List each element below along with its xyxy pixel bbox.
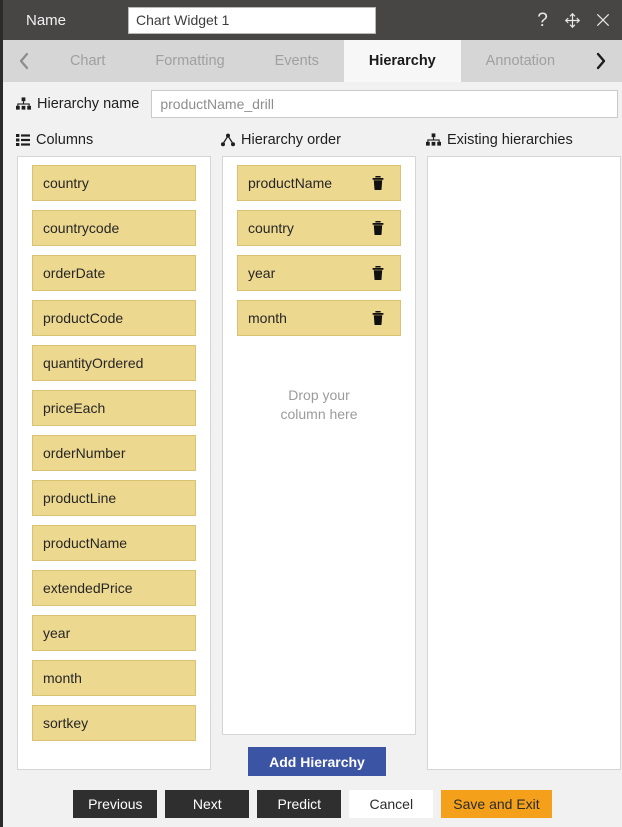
hierarchy-tab-content: Hierarchy name Columns [3, 82, 622, 827]
hierarchy-name-input[interactable] [151, 90, 619, 118]
columns-section-header: Columns [16, 132, 93, 148]
hierarchy-order-title: Hierarchy order [241, 132, 341, 148]
widget-name-input[interactable] [128, 6, 376, 34]
tab-label: Formatting [155, 53, 225, 69]
column-chip[interactable]: quantityOrdered [32, 345, 196, 381]
hierarchy-order-chip-label: month [248, 310, 287, 326]
trash-icon[interactable] [370, 176, 386, 190]
hierarchy-order-section-header: Hierarchy order [221, 132, 341, 148]
columns-title: Columns [36, 132, 94, 148]
title-bar-actions: ? [533, 0, 612, 40]
column-chip-label: orderNumber [43, 445, 126, 461]
column-chip-label: quantityOrdered [43, 355, 144, 371]
hierarchy-order-chip[interactable]: month [237, 300, 401, 336]
list-icon [16, 134, 30, 146]
trash-icon[interactable] [370, 311, 386, 325]
drop-hint-line2: column here [280, 406, 358, 422]
hierarchy-order-chip-label: country [248, 220, 294, 236]
column-chip-label: productCode [43, 310, 124, 326]
column-chip[interactable]: extendedPrice [32, 570, 196, 606]
dialog-footer: Previous Next Predict Cancel Save and Ex… [3, 780, 622, 827]
hierarchy-name-label-text: Hierarchy name [37, 96, 140, 112]
next-button[interactable]: Next [165, 789, 250, 818]
hierarchy-order-chip-label: year [248, 265, 276, 281]
column-chip-label: productLine [43, 490, 117, 506]
column-chip-label: sortkey [43, 715, 89, 731]
hierarchy-order-chip[interactable]: productName [237, 165, 401, 201]
column-chip[interactable]: orderNumber [32, 435, 196, 471]
hierarchy-order-chip[interactable]: year [237, 255, 401, 291]
existing-hierarchies-list [428, 157, 620, 173]
previous-button[interactable]: Previous [73, 789, 158, 818]
tab-formatting[interactable]: Formatting [130, 40, 250, 82]
column-chip-label: year [43, 625, 71, 641]
chart-widget-dialog: Name ? Chart Formatting Eve [0, 0, 622, 827]
column-chip-label: orderDate [43, 265, 106, 281]
chevron-right-icon[interactable] [579, 40, 622, 82]
column-chip-label: extendedPrice [43, 580, 133, 596]
tab-label: Hierarchy [368, 53, 436, 69]
hierarchy-name-label: Hierarchy name [16, 96, 139, 112]
column-chip[interactable]: country [32, 165, 196, 201]
tab-annotation[interactable]: Annotation [460, 40, 580, 82]
tab-chart[interactable]: Chart [45, 40, 131, 82]
column-chip-label: countrycode [43, 220, 120, 236]
hierarchy-order-chip[interactable]: country [237, 210, 401, 246]
column-chip-label: priceEach [43, 400, 106, 416]
column-chip[interactable]: productName [32, 525, 196, 561]
close-icon[interactable] [593, 9, 612, 31]
move-arrows-icon[interactable] [563, 9, 582, 31]
tab-label: Events [274, 53, 319, 69]
dialog-title-bar: Name ? [3, 0, 622, 40]
drop-hint-line1: Drop your [288, 387, 350, 403]
save-and-exit-button[interactable]: Save and Exit [441, 789, 552, 818]
tab-bar: Chart Formatting Events Hierarchy Annota… [3, 40, 622, 82]
column-chip[interactable]: countrycode [32, 210, 196, 246]
hierarchy-order-panel[interactable]: productName country year month Drop your co… [222, 156, 416, 735]
columns-list: country countrycode orderDate productCode qu… [18, 157, 210, 749]
column-chip[interactable]: productLine [32, 480, 196, 516]
hierarchy-node-icon [221, 133, 235, 147]
help-icon[interactable]: ? [533, 9, 552, 31]
add-hierarchy-button[interactable]: Add Hierarchy [248, 747, 386, 776]
column-chip[interactable]: orderDate [32, 255, 196, 291]
existing-hierarchies-title: Existing hierarchies [447, 132, 573, 148]
tab-events[interactable]: Events [249, 40, 344, 82]
column-chip-label: productName [43, 535, 128, 551]
existing-hierarchies-panel[interactable] [427, 156, 621, 770]
trash-icon[interactable] [370, 221, 386, 235]
column-chip[interactable]: month [32, 660, 196, 696]
columns-panel[interactable]: country countrycode orderDate productCode qu… [17, 156, 211, 770]
column-chip[interactable]: year [32, 615, 196, 651]
existing-hierarchies-section-header: Existing hierarchies [426, 132, 573, 148]
sitemap-icon [16, 97, 31, 111]
column-chip[interactable]: priceEach [32, 390, 196, 426]
column-chip-label: country [43, 175, 89, 191]
column-chip-label: month [43, 670, 82, 686]
drop-hint: Drop your column here [223, 386, 415, 424]
trash-icon[interactable] [370, 266, 386, 280]
tab-label: Annotation [485, 53, 556, 69]
sitemap-icon [426, 133, 441, 147]
hierarchy-order-chip-label: productName [248, 175, 333, 191]
hierarchy-order-list: productName country year month [223, 157, 415, 344]
name-label: Name [26, 11, 67, 29]
hierarchy-name-row: Hierarchy name [3, 87, 622, 121]
tab-hierarchy[interactable]: Hierarchy [343, 40, 461, 82]
chevron-left-icon[interactable] [3, 40, 45, 82]
column-chip[interactable]: productCode [32, 300, 196, 336]
column-chip[interactable]: sortkey [32, 705, 196, 741]
predict-button[interactable]: Predict [257, 789, 342, 818]
tab-label: Chart [69, 53, 106, 69]
cancel-button[interactable]: Cancel [349, 789, 434, 818]
